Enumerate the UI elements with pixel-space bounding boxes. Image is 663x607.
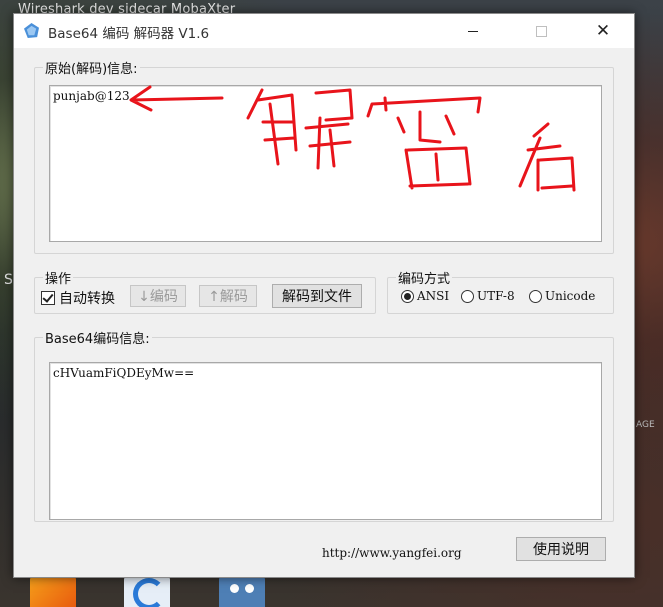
desktop-edge-text-right: AGE (636, 420, 655, 430)
window-title: Base64 编码 解码器 V1.6 (48, 26, 210, 42)
maximize-icon (535, 25, 547, 37)
radio-unselected-icon (529, 289, 542, 303)
radio-unselected-icon (461, 289, 474, 303)
app-logo-icon (24, 23, 39, 38)
help-button[interactable]: 使用说明 (516, 537, 606, 561)
app-shortcut-icon[interactable] (30, 574, 76, 607)
operations-legend: 操作 (45, 272, 72, 287)
desktop-edge-text: S (4, 272, 13, 288)
refresh-app-shortcut-icon[interactable] (124, 574, 170, 607)
radio-ansi[interactable]: ANSI (401, 289, 449, 303)
radio-utf8-label: UTF-8 (477, 289, 515, 303)
close-icon: ✕ (595, 20, 611, 41)
auto-convert-checkbox[interactable]: 自动转换 (41, 288, 115, 308)
robot-app-shortcut-icon[interactable] (219, 574, 265, 607)
decode-button[interactable]: ↑解码 (199, 285, 257, 307)
radio-utf8[interactable]: UTF-8 (461, 289, 515, 303)
auto-convert-label: 自动转换 (59, 291, 115, 307)
encode-button[interactable]: ↓编码 (130, 285, 186, 307)
minimize-button[interactable] (450, 14, 496, 48)
website-link[interactable]: http://www.yangfei.org (322, 546, 462, 560)
radio-unicode[interactable]: Unicode (529, 289, 595, 303)
original-info-legend: 原始(解码)信息: (45, 62, 138, 77)
minimize-icon (468, 30, 478, 32)
base64-tool-window: Base64 编码 解码器 V1.6 ✕ 原始(解码)信息: punjab@12… (13, 13, 635, 578)
base64-info-legend: Base64编码信息: (45, 332, 150, 347)
encoding-legend: 编码方式 (398, 272, 451, 287)
decode-to-file-button[interactable]: 解码到文件 (272, 284, 362, 308)
checkbox-checked-icon (41, 291, 55, 305)
title-bar[interactable]: Base64 编码 解码器 V1.6 ✕ (14, 14, 634, 48)
base64-text-area[interactable]: cHVuamFiQDEyMw== (49, 362, 602, 520)
maximize-button[interactable] (518, 14, 564, 48)
radio-ansi-label: ANSI (417, 289, 450, 303)
close-button[interactable]: ✕ (580, 14, 626, 48)
radio-unicode-label: Unicode (545, 289, 596, 303)
original-text-area[interactable]: punjab@123 (49, 85, 602, 242)
radio-selected-icon (401, 289, 414, 303)
